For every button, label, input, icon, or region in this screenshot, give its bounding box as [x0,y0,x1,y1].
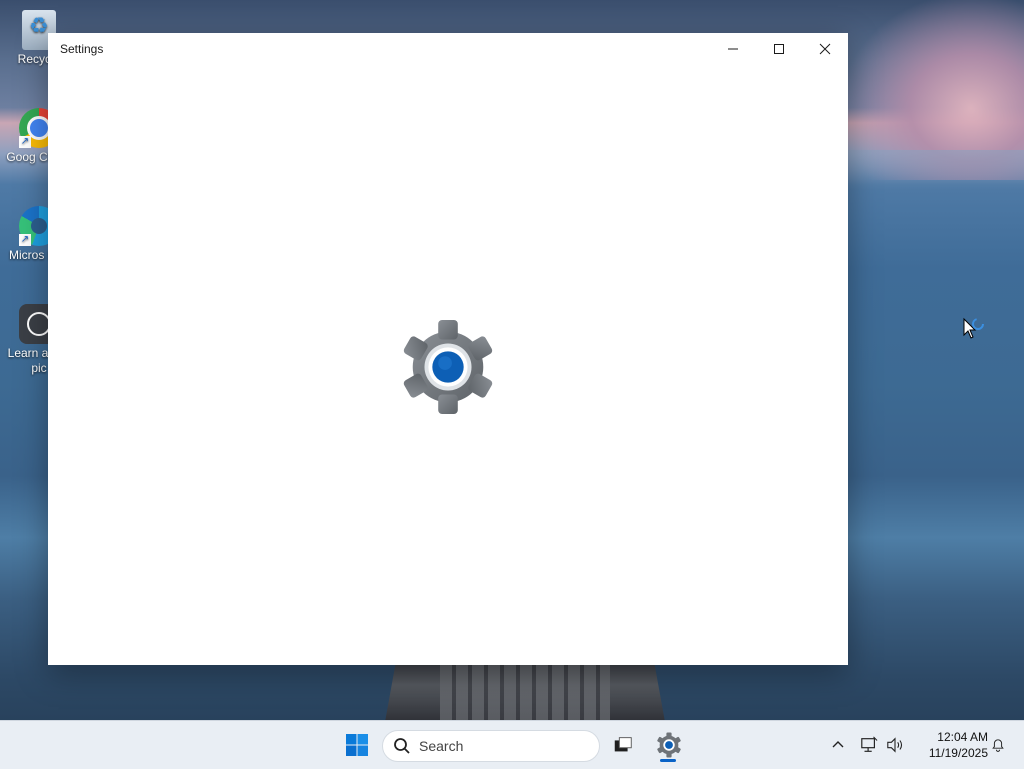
minimize-button[interactable] [710,33,756,65]
maximize-button[interactable] [756,33,802,65]
volume-icon [887,737,903,753]
shortcut-arrow-icon: ↗ [19,136,31,148]
settings-splash-gear-icon [399,318,497,416]
windows-logo-icon [346,734,368,756]
search-placeholder: Search [419,738,464,754]
task-view-icon [614,737,632,752]
taskbar-clock[interactable]: 12:04 AM 11/19/2025 [912,729,988,761]
shortcut-arrow-icon: ↗ [19,234,31,246]
wallpaper-dock-planks [440,665,610,722]
maximize-icon [774,44,784,54]
show-hidden-icons-button[interactable] [828,729,848,761]
task-view-button[interactable] [606,729,640,761]
chevron-up-icon [832,741,844,748]
wallpaper-horizon [848,150,1024,190]
taskbar-search-box[interactable]: Search [382,730,600,762]
close-button[interactable] [802,33,848,65]
clock-date: 11/19/2025 [928,746,988,760]
title-bar[interactable]: Settings [48,33,848,65]
settings-window[interactable]: Settings [48,33,848,665]
volume-button[interactable] [884,729,906,761]
notification-bell-icon [992,739,1004,752]
busy-cursor-icon [962,317,986,343]
notifications-button[interactable] [988,729,1008,761]
close-icon [819,43,831,55]
search-icon [394,738,410,754]
network-icon [861,736,878,752]
start-button[interactable] [340,729,374,761]
clock-time: 12:04 AM [937,730,988,744]
taskbar-settings-app[interactable] [652,729,686,761]
window-title: Settings [60,42,104,56]
taskbar: Search 12:04 AM 11/19/2025 [0,720,1024,769]
minimize-icon [728,48,738,50]
active-app-indicator [660,759,676,762]
settings-gear-icon [657,732,681,758]
network-button[interactable] [858,729,880,761]
